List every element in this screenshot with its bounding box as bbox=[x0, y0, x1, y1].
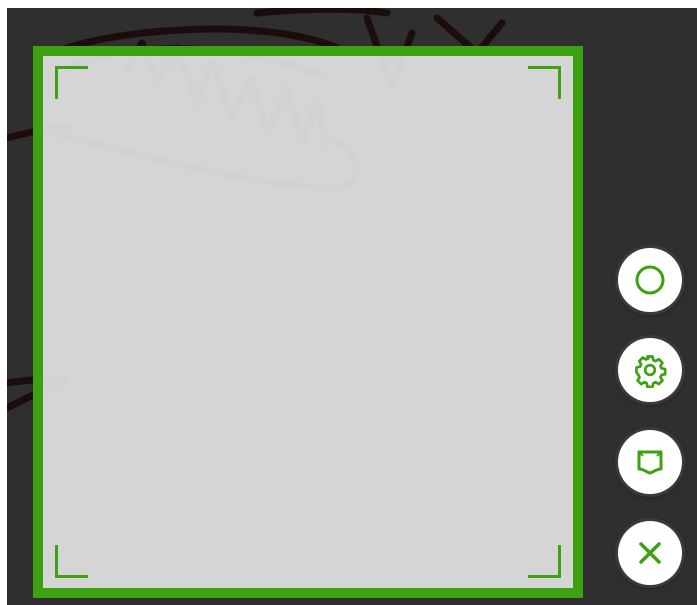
corner-handle-top-left[interactable] bbox=[55, 66, 88, 99]
crop-area bbox=[43, 56, 573, 588]
gear-icon bbox=[632, 352, 668, 388]
capture-button[interactable] bbox=[618, 248, 682, 312]
frame-icon bbox=[632, 444, 668, 480]
canvas-area bbox=[7, 8, 697, 605]
close-icon bbox=[632, 535, 668, 571]
settings-button[interactable] bbox=[618, 338, 682, 402]
corner-handle-top-right[interactable] bbox=[528, 66, 561, 99]
corner-handle-bottom-left[interactable] bbox=[55, 545, 88, 578]
frame-button[interactable] bbox=[618, 430, 682, 494]
crop-frame[interactable] bbox=[33, 46, 583, 598]
close-button[interactable] bbox=[618, 521, 682, 585]
circle-icon bbox=[632, 262, 668, 298]
corner-handle-bottom-right[interactable] bbox=[528, 545, 561, 578]
